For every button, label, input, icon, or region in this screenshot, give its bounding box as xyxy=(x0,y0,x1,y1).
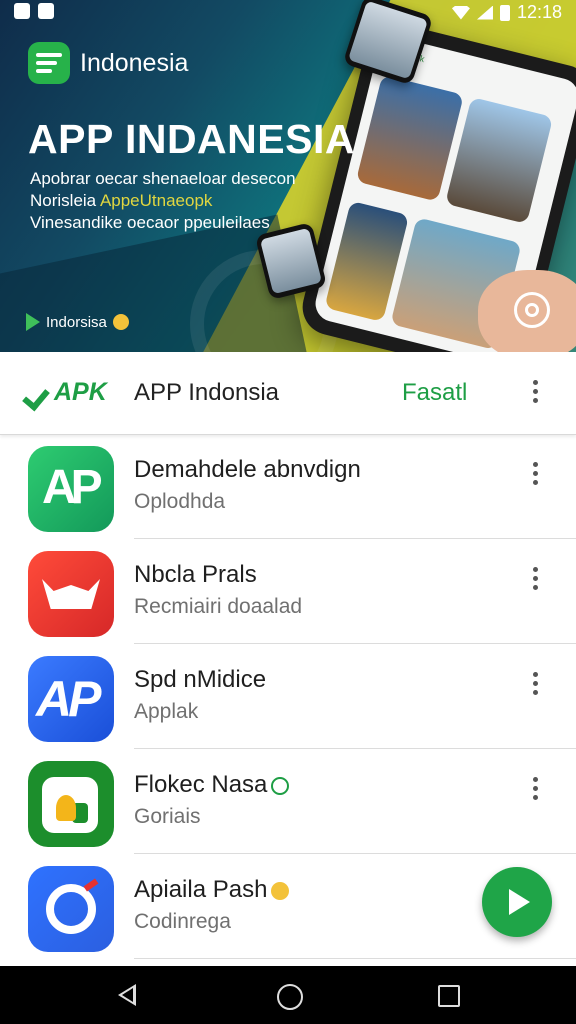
hero-footer: Indorsisa xyxy=(26,313,129,331)
battery-icon xyxy=(499,4,510,21)
overflow-menu-icon[interactable] xyxy=(533,567,539,593)
brand: Indonesia xyxy=(28,42,188,84)
hero-banner[interactable]: 12:18 Indonesia APP INDANESIA Apobrar oe… xyxy=(0,0,576,352)
list-item[interactable]: Flokec Nasa Goriais xyxy=(0,749,576,854)
divider xyxy=(134,958,576,959)
app-title: Flokec Nasa xyxy=(134,771,290,799)
signal-icon xyxy=(476,5,493,20)
phone-card-image xyxy=(445,96,554,224)
ap-blue-logo-icon: AP xyxy=(28,656,114,742)
app-title: Spd nMidice xyxy=(134,666,267,693)
play-store-icon xyxy=(26,313,40,331)
app-subtitle: Codinrega xyxy=(134,910,231,933)
list-item[interactable]: AP Spd nMidice Applak xyxy=(0,644,576,749)
phone-card-image xyxy=(355,74,464,202)
app-title: Apiaila Pash xyxy=(134,876,290,904)
brand-name: Indonesia xyxy=(80,48,189,77)
smile-emoji-icon xyxy=(112,314,129,330)
apk-logo-text: APK xyxy=(54,378,107,406)
hero-title: APP INDANESIA xyxy=(28,116,355,162)
play-fab-button[interactable] xyxy=(482,867,552,937)
hero-line-3: Vinesandike oecaor ppeuleilaes xyxy=(30,213,270,232)
list-item[interactable]: Nbcla Prals Recmiairi doaalad xyxy=(0,539,576,644)
hero-description: Apobrar oecar shenaeloar desecon Norisle… xyxy=(30,168,296,234)
app-title: Demahdele abnvdign xyxy=(134,456,361,483)
checkmark-icon xyxy=(26,381,52,405)
app-subtitle: Applak xyxy=(134,700,199,723)
app-title: Nbcla Prals xyxy=(134,561,257,588)
camera-icon[interactable] xyxy=(514,292,550,328)
hero-highlight: AppeUtnaeopk xyxy=(99,191,213,210)
notification-icon xyxy=(14,3,30,19)
status-time: 12:18 xyxy=(516,2,562,22)
green-badge-icon xyxy=(271,776,290,795)
hero-footer-label: Indorsisa xyxy=(46,313,107,331)
recent-apps-icon[interactable] xyxy=(438,985,460,1007)
overflow-menu-icon[interactable] xyxy=(533,462,539,488)
overflow-menu-icon[interactable] xyxy=(533,672,539,698)
wifi-icon xyxy=(451,5,470,20)
overflow-menu-icon[interactable] xyxy=(533,380,539,406)
green-document-icon xyxy=(28,761,114,847)
blue-ring-icon xyxy=(28,866,114,952)
hero-line-1: Apobrar oecar shenaeloar desecon xyxy=(30,169,296,188)
hero-line-2: Norisleia AppeUtnaeopk xyxy=(30,191,213,210)
app-subtitle: Goriais xyxy=(134,805,201,828)
apk-logo[interactable]: APK xyxy=(26,378,107,407)
app-subtitle: Oplodhda xyxy=(134,490,226,513)
red-app-icon xyxy=(28,551,114,637)
home-icon[interactable] xyxy=(277,984,303,1010)
list-item[interactable]: AP Demahdele abnvdign Oplodhda xyxy=(0,434,576,539)
emoji-icon xyxy=(271,881,290,900)
overflow-menu-icon[interactable] xyxy=(533,777,539,803)
navigation-bar xyxy=(0,966,576,1024)
status-bar: 12:18 xyxy=(0,0,576,26)
app-subtitle: Recmiairi doaalad xyxy=(134,595,303,618)
app-bar-title: APP Indonsia xyxy=(134,379,279,406)
app-bar-action-button[interactable]: Fasatl xyxy=(402,379,467,407)
back-icon[interactable] xyxy=(118,984,136,1006)
app-bar: APK APP Indonsia Fasatl xyxy=(0,352,576,435)
gallery-icon xyxy=(38,3,54,19)
ap-green-logo-icon: AP xyxy=(28,446,114,532)
brand-logo-icon xyxy=(28,42,70,84)
